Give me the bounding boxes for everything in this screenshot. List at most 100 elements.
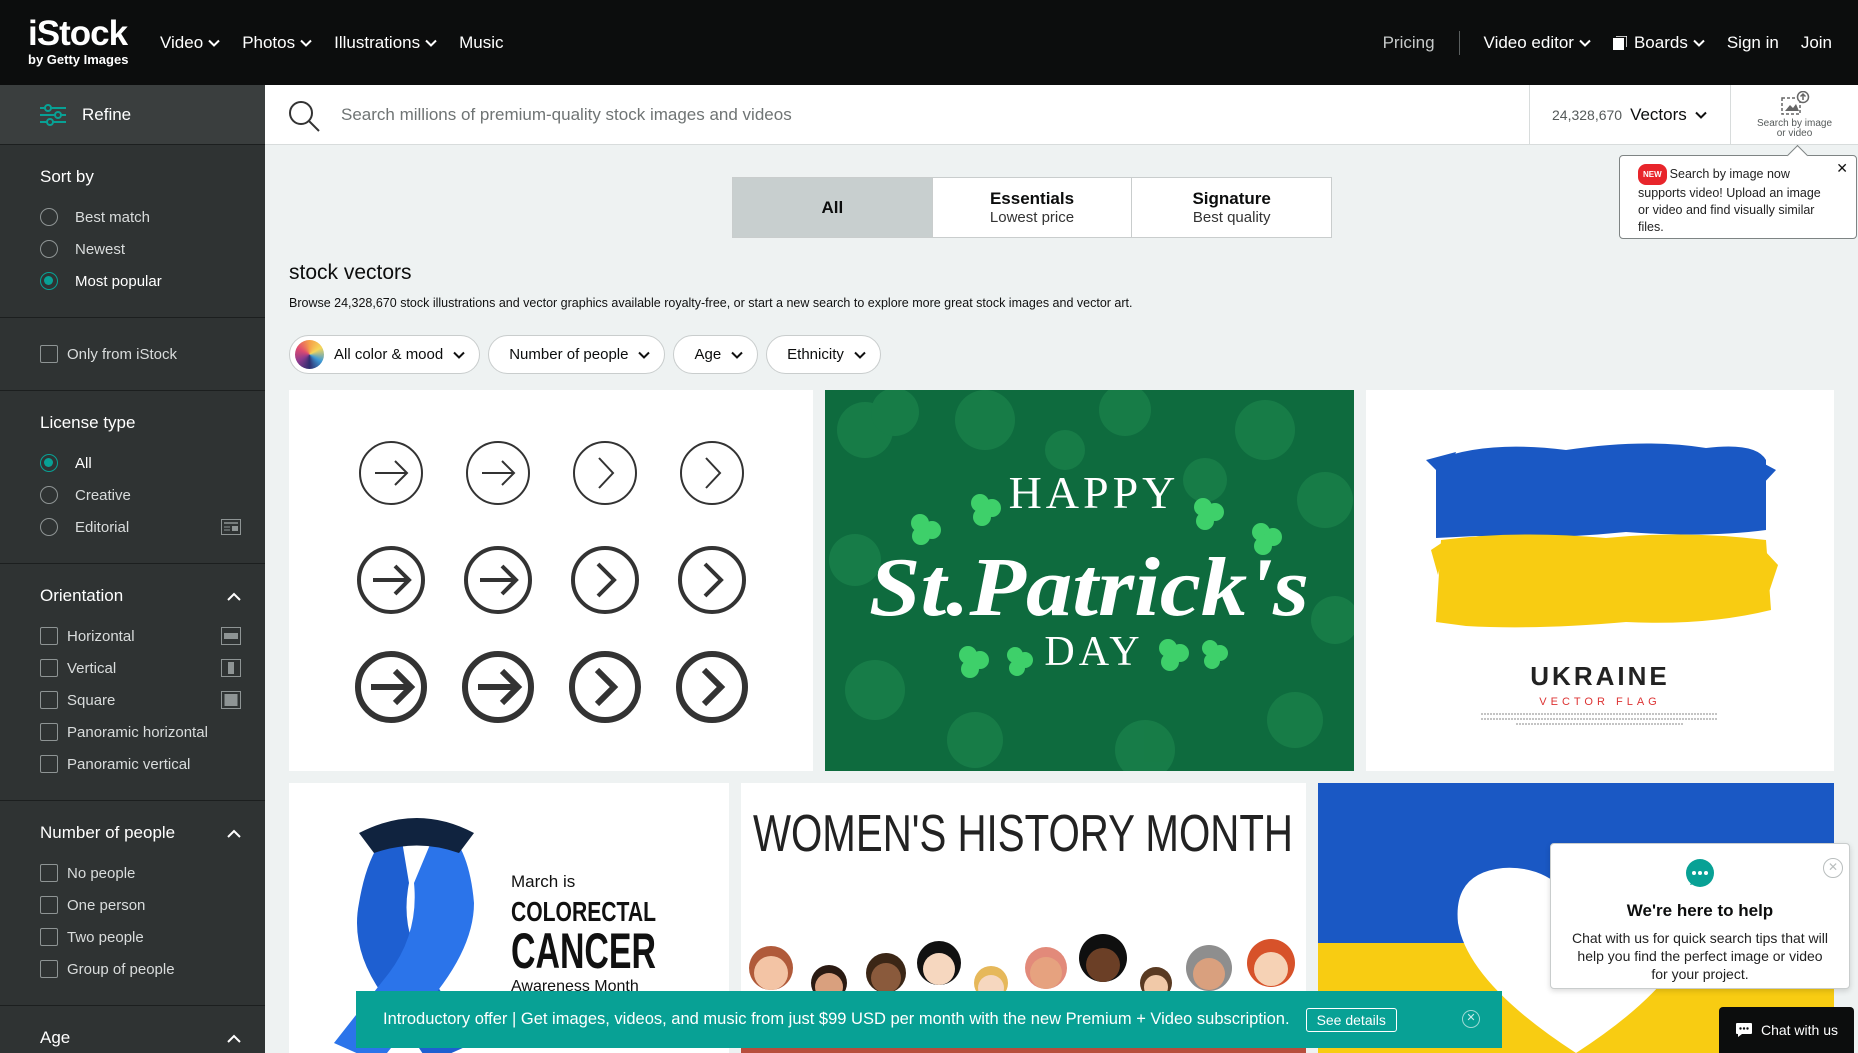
orientation-horizontal[interactable]: Horizontal bbox=[40, 620, 241, 652]
sort-best-match[interactable]: Best match bbox=[40, 201, 241, 233]
option-label: Panoramic vertical bbox=[67, 755, 191, 773]
search-by-image-button[interactable]: Search by image or video bbox=[1730, 85, 1858, 145]
filter-label: Age bbox=[694, 346, 722, 363]
close-icon[interactable]: ✕ bbox=[1823, 858, 1843, 878]
primary-nav: Video Photos Illustrations Music bbox=[160, 0, 504, 85]
option-label: Best match bbox=[75, 208, 151, 226]
nav-boards[interactable]: Boards bbox=[1612, 33, 1705, 53]
chevron-down-icon bbox=[1579, 39, 1591, 47]
image-tile-ukraine-flag[interactable]: UKRAINE VECTOR FLAG bbox=[1366, 390, 1834, 771]
number-of-people-filter[interactable]: Number of people bbox=[488, 335, 666, 374]
age-title[interactable]: Age bbox=[40, 1028, 241, 1048]
see-details-button[interactable]: See details bbox=[1305, 1007, 1397, 1032]
image-search-label-2: or video bbox=[1776, 128, 1813, 139]
checkbox[interactable] bbox=[40, 345, 58, 363]
refine-toggle[interactable]: Refine bbox=[0, 85, 265, 145]
radio-button[interactable] bbox=[40, 486, 58, 504]
chevron-up-icon bbox=[227, 1034, 241, 1043]
filter-bar: All color & mood Number of people Age Et… bbox=[289, 335, 881, 374]
filter-label: All color & mood bbox=[334, 346, 444, 363]
tab-all[interactable]: All bbox=[733, 178, 933, 237]
radio-button[interactable] bbox=[40, 518, 58, 536]
refine-label: Refine bbox=[82, 104, 132, 124]
close-icon[interactable]: ✕ bbox=[1836, 160, 1848, 177]
checkbox[interactable] bbox=[40, 755, 58, 773]
only-istock-checkbox[interactable]: Only from iStock bbox=[40, 338, 241, 370]
arrow-icons-illustration bbox=[355, 441, 748, 723]
people-two[interactable]: Two people bbox=[40, 921, 241, 953]
ukraine-subtitle-text: VECTOR FLAG bbox=[1539, 696, 1660, 708]
asset-type-label: Vectors bbox=[1630, 105, 1687, 124]
orientation-title[interactable]: Orientation bbox=[40, 586, 241, 606]
chevron-down-icon bbox=[425, 39, 437, 47]
search-icon[interactable] bbox=[287, 99, 321, 133]
nav-music[interactable]: Music bbox=[459, 33, 503, 53]
orientation-panoramic-horizontal[interactable]: Panoramic horizontal bbox=[40, 716, 241, 748]
age-filter[interactable]: Age bbox=[673, 335, 759, 374]
license-all[interactable]: All bbox=[40, 447, 241, 479]
orientation-panoramic-vertical[interactable]: Panoramic vertical bbox=[40, 748, 241, 780]
checkbox[interactable] bbox=[40, 896, 58, 914]
people-none[interactable]: No people bbox=[40, 857, 241, 889]
chevron-down-icon bbox=[638, 351, 651, 359]
nav-photos[interactable]: Photos bbox=[242, 33, 312, 53]
image-tile-arrow-icons[interactable] bbox=[289, 390, 813, 771]
join-link[interactable]: Join bbox=[1801, 33, 1832, 53]
checkbox[interactable] bbox=[40, 659, 58, 677]
close-icon[interactable]: ✕ bbox=[1462, 1010, 1480, 1028]
chevron-down-icon bbox=[1695, 111, 1707, 119]
option-label: Square bbox=[67, 691, 116, 709]
people-group[interactable]: Group of people bbox=[40, 953, 241, 985]
option-label: Newest bbox=[75, 240, 126, 258]
editorial-newspaper-icon bbox=[221, 519, 241, 535]
option-label: All bbox=[75, 454, 92, 472]
option-label: Panoramic horizontal bbox=[67, 723, 208, 741]
license-creative[interactable]: Creative bbox=[40, 479, 241, 511]
tab-label: Signature bbox=[1192, 188, 1271, 208]
sort-most-popular[interactable]: Most popular bbox=[40, 265, 241, 297]
sort-newest[interactable]: Newest bbox=[40, 233, 241, 265]
vertical-shape-icon bbox=[221, 659, 241, 677]
color-mood-filter[interactable]: All color & mood bbox=[289, 335, 481, 374]
people-one[interactable]: One person bbox=[40, 889, 241, 921]
istock-logo[interactable]: iStock by Getty Images bbox=[28, 16, 148, 70]
search-bar: 24,328,670 Vectors Search by image or vi… bbox=[265, 85, 1858, 145]
ukraine-flag-illustration: UKRAINE VECTOR FLAG bbox=[1426, 443, 1778, 725]
option-label: Group of people bbox=[67, 960, 175, 978]
checkbox[interactable] bbox=[40, 928, 58, 946]
chat-with-us-button[interactable]: Chat with us bbox=[1719, 1007, 1854, 1053]
ukraine-title-text: UKRAINE bbox=[1530, 661, 1669, 691]
tab-essentials[interactable]: Essentials Lowest price bbox=[933, 178, 1133, 237]
tab-signature[interactable]: Signature Best quality bbox=[1132, 178, 1331, 237]
checkbox[interactable] bbox=[40, 960, 58, 978]
people-title[interactable]: Number of people bbox=[40, 823, 241, 843]
asset-type-select[interactable]: 24,328,670 Vectors bbox=[1529, 85, 1729, 145]
checkbox[interactable] bbox=[40, 691, 58, 709]
checkbox[interactable] bbox=[40, 627, 58, 645]
orientation-section: Orientation Horizontal Vertical Square P… bbox=[0, 564, 265, 801]
people-section: Number of people No people One person Tw… bbox=[0, 801, 265, 1006]
nav-video-editor[interactable]: Video editor bbox=[1484, 33, 1591, 53]
nav-illustrations[interactable]: Illustrations bbox=[334, 33, 437, 53]
orientation-square[interactable]: Square bbox=[40, 684, 241, 716]
search-input[interactable] bbox=[341, 97, 1441, 133]
sign-in-link[interactable]: Sign in bbox=[1727, 33, 1779, 53]
chat-body: Chat with us for quick search tips that … bbox=[1572, 930, 1828, 982]
ethnicity-filter[interactable]: Ethnicity bbox=[766, 335, 881, 374]
checkbox[interactable] bbox=[40, 864, 58, 882]
chevron-down-icon bbox=[731, 351, 743, 359]
nav-video[interactable]: Video bbox=[160, 33, 220, 53]
option-label: Editorial bbox=[75, 518, 130, 536]
option-label: Two people bbox=[67, 928, 144, 946]
radio-button[interactable] bbox=[40, 208, 58, 226]
square-shape-icon bbox=[221, 691, 241, 709]
radio-button-selected[interactable] bbox=[40, 454, 58, 472]
nav-pricing[interactable]: Pricing bbox=[1383, 33, 1435, 53]
checkbox[interactable] bbox=[40, 723, 58, 741]
radio-button[interactable] bbox=[40, 240, 58, 258]
image-tile-st-patricks-day[interactable]: HAPPY St.Patrick's DAY bbox=[825, 390, 1354, 771]
radio-button-selected[interactable] bbox=[40, 272, 58, 290]
license-editorial[interactable]: Editorial bbox=[40, 511, 241, 543]
asset-count: 24,328,670 bbox=[1552, 107, 1623, 123]
orientation-vertical[interactable]: Vertical bbox=[40, 652, 241, 684]
